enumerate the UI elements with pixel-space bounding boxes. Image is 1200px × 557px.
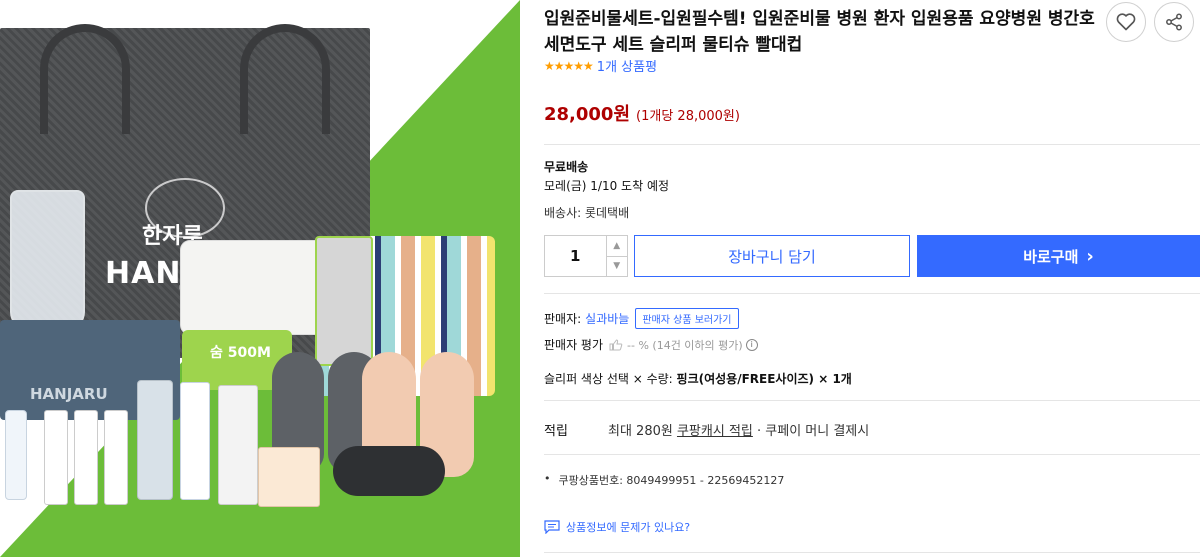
seller-products-button[interactable]: 판매자 상품 보러가기 xyxy=(635,308,739,329)
product-title: 입원준비물세트-입원필수템! 입원준비물 병원 환자 입원용품 요양병원 병간호… xyxy=(544,9,1095,55)
heart-icon xyxy=(1116,13,1136,31)
report-problem-text: 상품정보에 문제가 있나요? xyxy=(566,521,691,534)
reward-text: 최대 280원 쿠팡캐시 적립 · 쿠페이 머니 결제시 xyxy=(608,420,869,439)
tissue-pack xyxy=(180,240,330,335)
straw-cup xyxy=(10,190,85,330)
quantity-input[interactable]: 1 xyxy=(545,236,606,276)
cup-pack xyxy=(258,447,320,507)
price: 28,000원 xyxy=(544,104,631,125)
message-icon xyxy=(544,520,560,534)
shipping-type: 무료배송 xyxy=(544,160,589,174)
quantity-stepper[interactable]: 1 ▲ ▼ xyxy=(544,235,628,277)
tube xyxy=(104,410,128,505)
seller-label: 판매자: xyxy=(544,312,582,326)
rating-summary: ★★★★★ 1개 상품평 xyxy=(544,56,657,76)
review-count-link[interactable]: 1개 상품평 xyxy=(597,56,657,75)
reward-suffix: · 쿠페이 머니 결제시 xyxy=(752,424,870,439)
seller-rating-value: -- % (14건 이하의 평가) xyxy=(627,338,743,352)
lotion-bottle xyxy=(137,380,173,500)
buy-now-label: 바로구매 xyxy=(1023,247,1079,266)
option-value: 핑크(여성용/FREE사이즈) × 1개 xyxy=(676,372,852,386)
share-button[interactable] xyxy=(1154,2,1194,42)
share-icon xyxy=(1166,13,1182,31)
cutlery-set xyxy=(218,385,258,505)
carrier: 배송사: 롯데택배 xyxy=(544,206,630,220)
tube xyxy=(74,410,98,505)
bag-handle xyxy=(40,24,130,134)
towel-brand: HANJARU xyxy=(30,385,108,403)
price-row: 28,000원 (1개당 28,000원) xyxy=(544,100,740,126)
tube xyxy=(44,410,68,505)
divider xyxy=(544,454,1200,455)
razor xyxy=(5,410,27,500)
wet-wipe-label: 숨 500M xyxy=(210,345,271,361)
seller-row: 판매자: 실과바늘 판매자 상품 보러가기 xyxy=(544,308,739,329)
mask-pack xyxy=(315,236,373,366)
delivery-eta: 모레(금) 1/10 도착 예정 xyxy=(544,179,670,193)
quantity-arrows: ▲ ▼ xyxy=(605,236,628,277)
toothbrush-set xyxy=(180,382,210,500)
divider xyxy=(544,400,1200,401)
decrease-quantity-icon[interactable]: ▼ xyxy=(606,255,627,277)
product-number: • 쿠팡상품번호: 8049499951 - 22569452127 xyxy=(544,472,784,488)
add-to-cart-button[interactable]: 장바구니 담기 xyxy=(634,235,910,277)
product-number-text: 쿠팡상품번호: 8049499951 - 22569452127 xyxy=(558,474,785,487)
divider xyxy=(544,552,1200,553)
report-problem-link[interactable]: 상품정보에 문제가 있나요? xyxy=(544,519,690,535)
seller-name-link[interactable]: 실과바늘 xyxy=(585,310,629,327)
bag-handle xyxy=(240,24,330,134)
product-image[interactable]: 한자루 HANJARU 숨 500M HANJARU xyxy=(0,0,520,557)
reward-label: 적립 xyxy=(544,424,568,439)
seller-rating-label: 판매자 평가 xyxy=(544,338,604,352)
divider xyxy=(544,293,1200,294)
seller-rating-row: 판매자 평가 -- % (14건 이하의 평가) i xyxy=(544,336,758,353)
info-icon[interactable]: i xyxy=(745,338,758,351)
buy-now-button[interactable]: 바로구매 › xyxy=(917,235,1200,277)
eye-mask xyxy=(333,446,445,496)
increase-quantity-icon[interactable]: ▲ xyxy=(607,236,628,256)
thumbs-up-icon xyxy=(609,338,623,350)
reward-prefix: 최대 280원 xyxy=(608,424,677,439)
coupang-cash-link[interactable]: 쿠팡캐시 적립 xyxy=(677,424,753,439)
wishlist-button[interactable] xyxy=(1106,2,1146,42)
divider xyxy=(544,144,1200,145)
bullet-icon: • xyxy=(544,472,551,485)
unit-price: (1개당 28,000원) xyxy=(636,109,740,124)
option-label: 슬리퍼 색상 선택 × 수량: xyxy=(544,372,677,386)
star-rating-icon: ★★★★★ xyxy=(544,58,594,73)
product-info-panel: 입원준비물세트-입원필수템! 입원준비물 병원 환자 입원용품 요양병원 병간호… xyxy=(544,0,1200,557)
chevron-right-icon: › xyxy=(1086,245,1094,267)
selected-option: 슬리퍼 색상 선택 × 수량: 핑크(여성용/FREE사이즈) × 1개 xyxy=(544,370,852,387)
